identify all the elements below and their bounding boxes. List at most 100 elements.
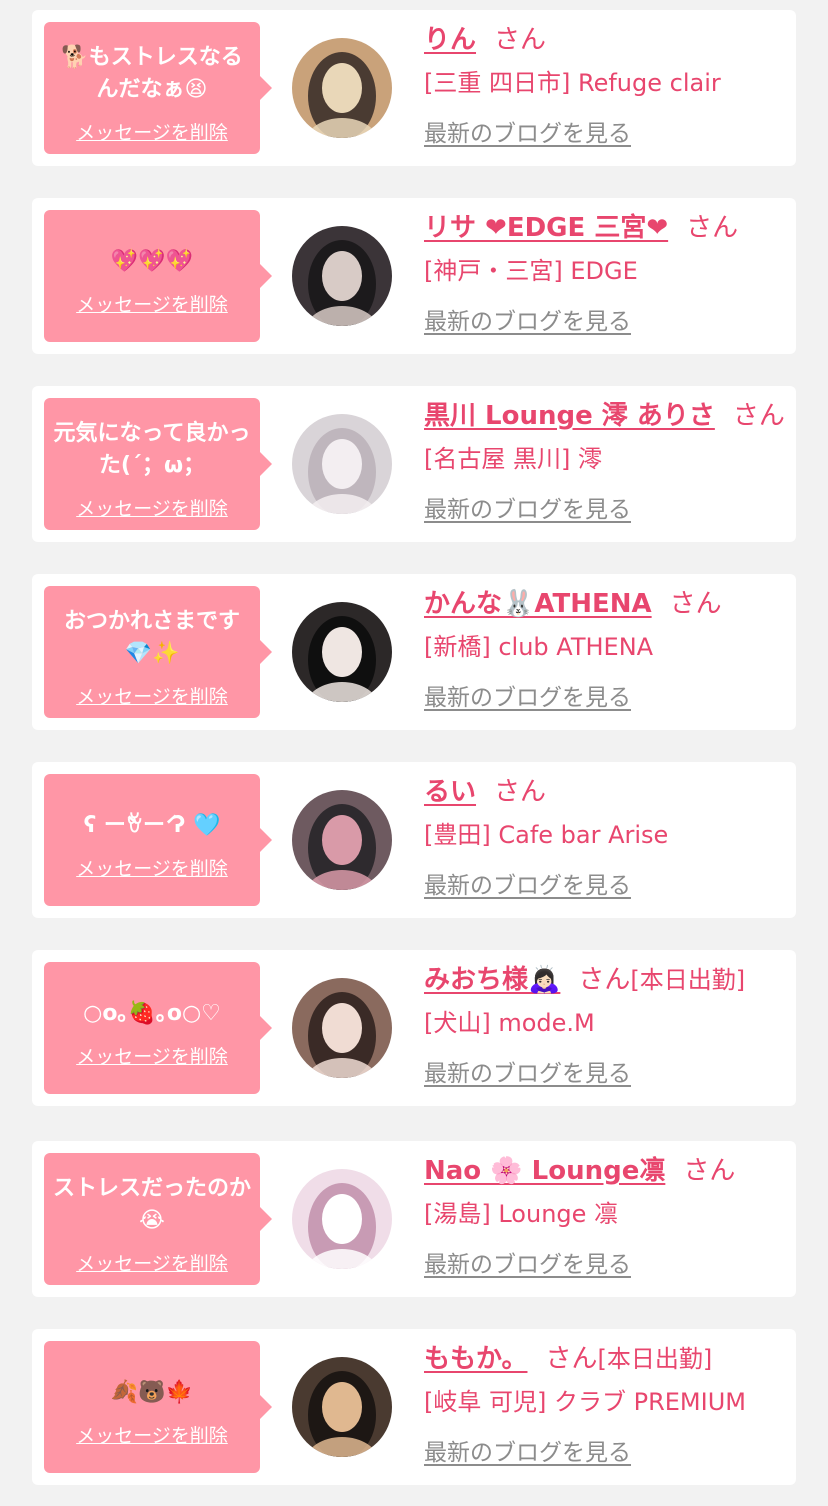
message-card: おつかれさまです💎✨ メッセージを削除 かんな🐰ATHENA さん [新橋] cl… (32, 574, 796, 730)
name-line: るい さん (424, 772, 788, 812)
avatar-face (322, 1194, 362, 1244)
avatar-image (292, 978, 392, 1078)
delete-message-link[interactable]: メッセージを削除 (76, 1042, 228, 1069)
name-line: ももか。 さん[本日出勤] (424, 1339, 788, 1379)
shop-location: [新橋] club ATHENA (424, 633, 654, 661)
san-suffix: さん (545, 1344, 598, 1374)
message-text: おつかれさまです💎✨ (63, 608, 240, 666)
delete-message-link[interactable]: メッセージを削除 (76, 854, 228, 881)
avatar[interactable] (292, 414, 392, 514)
san-suffix: さん (494, 777, 547, 807)
cast-name-link[interactable]: かんな🐰ATHENA (424, 589, 652, 619)
message-bubble: ストレスだったのか😭 メッセージを削除 (44, 1153, 272, 1285)
shop-location: [湯島] Lounge 凛 (424, 1200, 619, 1228)
work-status: [本日出勤] (597, 1345, 713, 1373)
san-suffix: さん (683, 1156, 736, 1186)
latest-blog-link[interactable]: 最新のブログを見る (424, 866, 631, 900)
message-card: ストレスだったのか😭 メッセージを削除 Nao 🌸 Lounge凛 さん [湯島]… (32, 1141, 796, 1297)
message-text: ʕ ー̀ꈊー́ ʔ 🩵 (83, 812, 221, 838)
name-line: リサ ❤EDGE 三宮❤ さん (424, 208, 788, 248)
shop-location: [神戸・三宮] EDGE (424, 257, 638, 285)
san-suffix: さん (578, 965, 631, 995)
name-line: かんな🐰ATHENA さん (424, 584, 788, 624)
shop-location: [三重 四日市] Refuge clair (424, 69, 721, 97)
cast-name-link[interactable]: Nao 🌸 Lounge凛 (424, 1156, 665, 1186)
avatar[interactable] (292, 1169, 392, 1269)
cast-info: みおち様🙇🏻‍♀️ さん[本日出勤] [犬山] mode.M 最新のブログを見る (424, 960, 788, 1088)
latest-blog-link[interactable]: 最新のブログを見る (424, 1433, 631, 1467)
delete-message-link[interactable]: メッセージを削除 (76, 1249, 228, 1276)
message-text: 元気になって良かった(´；ω； (53, 420, 251, 478)
cast-name-link[interactable]: るい (424, 777, 476, 807)
san-suffix: さん (732, 401, 785, 431)
cast-info: るい さん [豊田] Cafe bar Arise 最新のブログを見る (424, 772, 788, 900)
avatar-image (292, 226, 392, 326)
shop-location: [豊田] Cafe bar Arise (424, 821, 669, 849)
shop-location: [名古屋 黒川] 澪 (424, 445, 602, 473)
cast-info: リサ ❤EDGE 三宮❤ さん [神戸・三宮] EDGE 最新のブログを見る (424, 208, 788, 336)
message-card: 元気になって良かった(´；ω； メッセージを削除 黒川 Lounge 澪 ありさ… (32, 386, 796, 542)
name-line: 黒川 Lounge 澪 ありさ さん (424, 396, 788, 436)
delete-message-link[interactable]: メッセージを削除 (76, 682, 228, 709)
message-bubble: おつかれさまです💎✨ メッセージを削除 (44, 586, 272, 718)
san-suffix: さん (669, 589, 722, 619)
avatar[interactable] (292, 978, 392, 1078)
message-card: ○o｡🍓｡o○♡ メッセージを削除 みおち様🙇🏻‍♀️ さん[本日出勤] [犬山]… (32, 950, 796, 1106)
latest-blog-link[interactable]: 最新のブログを見る (424, 1054, 631, 1088)
delete-message-link[interactable]: メッセージを削除 (76, 1421, 228, 1448)
delete-message-link[interactable]: メッセージを削除 (76, 494, 228, 521)
name-line: みおち様🙇🏻‍♀️ さん[本日出勤] (424, 960, 788, 1000)
name-line: りん さん (424, 20, 788, 60)
avatar[interactable] (292, 38, 392, 138)
latest-blog-link[interactable]: 最新のブログを見る (424, 302, 631, 336)
cast-info: 黒川 Lounge 澪 ありさ さん [名古屋 黒川] 澪 最新のブログを見る (424, 396, 788, 524)
avatar-face (322, 439, 362, 489)
message-card: 💖💖💖 メッセージを削除 リサ ❤EDGE 三宮❤ さん [神戸・三宮] EDGE… (32, 198, 796, 354)
latest-blog-link[interactable]: 最新のブログを見る (424, 678, 631, 712)
cast-info: りん さん [三重 四日市] Refuge clair 最新のブログを見る (424, 20, 788, 148)
avatar-image (292, 790, 392, 890)
avatar-image (292, 1169, 392, 1269)
cast-name-link[interactable]: 黒川 Lounge 澪 ありさ (424, 401, 715, 431)
avatar-face (322, 1003, 362, 1053)
message-list: 🐕もストレスなるんだなぁ😫 メッセージを削除 りん さん [三重 四日市] Ref… (0, 0, 828, 1506)
cast-info: Nao 🌸 Lounge凛 さん [湯島] Lounge 凛 最新のブログを見る (424, 1151, 788, 1279)
avatar-image (292, 602, 392, 702)
message-text: 💖💖💖 (110, 248, 194, 274)
latest-blog-link[interactable]: 最新のブログを見る (424, 114, 631, 148)
avatar-image (292, 38, 392, 138)
message-bubble: 💖💖💖 メッセージを削除 (44, 210, 272, 342)
cast-name-link[interactable]: ももか。 (424, 1344, 527, 1374)
message-text: ○o｡🍓｡o○♡ (83, 1000, 221, 1026)
shop-location: [岐阜 可児] クラブ PREMIUM (424, 1388, 746, 1416)
avatar[interactable] (292, 1357, 392, 1457)
message-card: ʕ ー̀ꈊー́ ʔ 🩵 メッセージを削除 るい さん [豊田] Cafe bar … (32, 762, 796, 918)
cast-name-link[interactable]: みおち様🙇🏻‍♀️ (424, 965, 560, 995)
avatar[interactable] (292, 790, 392, 890)
message-card: 🍂🐻🍁 メッセージを削除 ももか。 さん[本日出勤] [岐阜 可児] クラブ PR… (32, 1329, 796, 1485)
delete-message-link[interactable]: メッセージを削除 (76, 118, 228, 145)
avatar-face (322, 63, 362, 113)
avatar[interactable] (292, 602, 392, 702)
avatar-face (322, 627, 362, 677)
latest-blog-link[interactable]: 最新のブログを見る (424, 1245, 631, 1279)
message-bubble: 🐕もストレスなるんだなぁ😫 メッセージを削除 (44, 22, 272, 154)
message-text: 🍂🐻🍁 (110, 1379, 194, 1405)
avatar-image (292, 414, 392, 514)
message-bubble: 🍂🐻🍁 メッセージを削除 (44, 1341, 272, 1473)
cast-name-link[interactable]: りん (424, 25, 476, 55)
san-suffix: さん (686, 213, 739, 243)
work-status: [本日出勤] (630, 966, 746, 994)
avatar[interactable] (292, 226, 392, 326)
message-bubble: ○o｡🍓｡o○♡ メッセージを削除 (44, 962, 272, 1094)
name-line: Nao 🌸 Lounge凛 さん (424, 1151, 788, 1191)
cast-name-link[interactable]: リサ ❤EDGE 三宮❤ (424, 213, 668, 243)
latest-blog-link[interactable]: 最新のブログを見る (424, 490, 631, 524)
avatar-face (322, 251, 362, 301)
san-suffix: さん (494, 25, 547, 55)
message-bubble: 元気になって良かった(´；ω； メッセージを削除 (44, 398, 272, 530)
avatar-image (292, 1357, 392, 1457)
delete-message-link[interactable]: メッセージを削除 (76, 290, 228, 317)
shop-location: [犬山] mode.M (424, 1009, 595, 1037)
avatar-face (322, 815, 362, 865)
